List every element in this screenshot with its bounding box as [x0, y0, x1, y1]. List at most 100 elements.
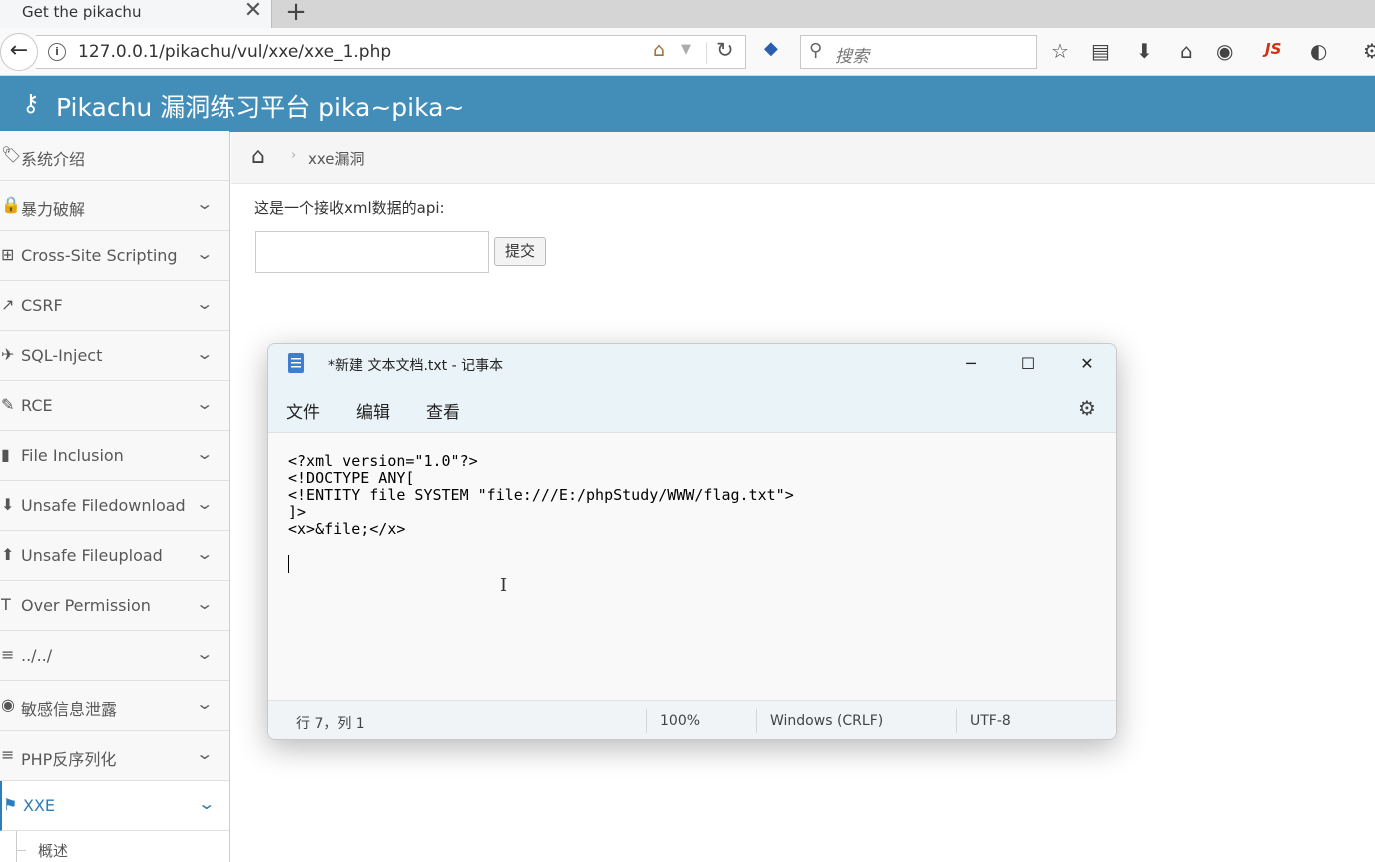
- pencil-icon: ✎: [1, 395, 15, 414]
- key-icon: ⚷: [22, 89, 40, 117]
- encoding: UTF-8: [970, 713, 1011, 729]
- tree-line: [16, 830, 17, 862]
- close-icon[interactable]: ✕: [1072, 350, 1102, 378]
- new-tab-button[interactable]: +: [284, 0, 308, 27]
- api-label: 这是一个接收xml数据的api:: [254, 199, 445, 217]
- chevron-right-icon: ›: [291, 148, 297, 163]
- chevron-down-icon[interactable]: ⌄: [195, 544, 214, 563]
- site-brand[interactable]: Pikachu 漏洞练习平台 pika~pika~: [56, 88, 464, 124]
- sidebar-item-label: XXE: [23, 796, 56, 815]
- dropdown-icon[interactable]: ▼: [681, 42, 691, 57]
- camera-icon: ◉: [1, 695, 15, 714]
- chevron-down-icon[interactable]: ⌄: [195, 194, 214, 213]
- sidebar-item-label: Unsafe Fileupload: [21, 546, 163, 565]
- reload-icon[interactable]: ↻: [716, 38, 734, 62]
- notepad-title: *新建 文本文档.txt - 记事本: [328, 358, 504, 374]
- chevron-down-icon[interactable]: ⌄: [195, 694, 214, 713]
- sidebar-item[interactable]: ⬇ Unsafe Filedownload ⌄: [0, 481, 229, 531]
- sidebar-item[interactable]: 🏷 系统介绍: [0, 131, 229, 181]
- home-page-icon[interactable]: ⌂: [1180, 39, 1193, 63]
- sidebar-item[interactable]: 🔒 暴力破解 ⌄: [0, 181, 229, 231]
- sidebar-item[interactable]: ⚑ XXE ⌄: [0, 781, 229, 831]
- sidebar-item[interactable]: ◉ 敏感信息泄露 ⌄: [0, 681, 229, 731]
- editor-line: <?xml version="1.0"?>: [288, 452, 478, 470]
- gear-icon[interactable]: ⚙: [1078, 396, 1096, 420]
- xml-input[interactable]: [255, 231, 489, 273]
- js-icon[interactable]: JS: [1265, 40, 1281, 58]
- sidebar-item[interactable]: ▮ File Inclusion ⌄: [0, 431, 229, 481]
- sidebar-item-label: SQL-Inject: [21, 346, 103, 365]
- editor-line: <!DOCTYPE ANY[: [288, 469, 415, 487]
- home-icon[interactable]: ⌂: [653, 39, 665, 61]
- chevron-down-icon[interactable]: ⌄: [197, 794, 216, 813]
- url-divider: [706, 42, 707, 64]
- sidebar-item-label: 系统介绍: [21, 150, 86, 169]
- editor-line: <x>&file;</x>: [288, 520, 406, 538]
- chevron-down-icon[interactable]: ⌄: [195, 494, 214, 513]
- maximize-icon[interactable]: ☐: [1013, 350, 1043, 378]
- lock-icon: 🔒: [1, 195, 21, 214]
- sidebar-item[interactable]: ⬆ Unsafe Fileupload ⌄: [0, 531, 229, 581]
- breadcrumb-current[interactable]: xxe漏洞: [308, 148, 365, 169]
- menu-edit[interactable]: 编辑: [356, 398, 390, 423]
- search-bar[interactable]: ⚲ 搜索: [800, 35, 1037, 69]
- submit-button[interactable]: 提交: [494, 237, 546, 266]
- sidebar-item-label: 暴力破解: [21, 200, 86, 219]
- sidebar-item-label: CSRF: [21, 296, 63, 315]
- file-icon: ▮: [1, 445, 10, 464]
- url-text[interactable]: 127.0.0.1/pikachu/vul/xxe/xxe_1.php: [78, 42, 391, 62]
- text-caret: [288, 555, 289, 573]
- chevron-down-icon[interactable]: ⌄: [195, 244, 214, 263]
- extension-icon[interactable]: ◐: [1310, 39, 1327, 63]
- menu-file[interactable]: 文件: [286, 398, 320, 423]
- notepad-menubar: 文件 编辑 查看 ⚙: [268, 386, 1116, 432]
- globe-icon[interactable]: ◉: [1216, 39, 1233, 63]
- status-divider: [956, 709, 957, 733]
- chevron-down-icon[interactable]: ⌄: [195, 594, 214, 613]
- minimize-icon[interactable]: ─: [956, 350, 986, 378]
- browser-tab[interactable]: Get the pikachu ✕: [0, 0, 272, 28]
- library-icon[interactable]: ▤: [1091, 39, 1110, 63]
- sidebar-item[interactable]: ✈ SQL-Inject ⌄: [0, 331, 229, 381]
- site-header: ⚷ Pikachu 漏洞练习平台 pika~pika~: [0, 76, 1375, 132]
- back-button[interactable]: ←: [0, 33, 38, 71]
- bookmark-star-icon[interactable]: ☆: [1051, 39, 1069, 63]
- upload-circle-icon: ⬆: [1, 545, 15, 564]
- pocket-icon[interactable]: ◆: [764, 38, 778, 59]
- sidebar-item-label: Unsafe Filedownload: [21, 496, 186, 515]
- notepad-editor[interactable]: <?xml version="1.0"?> <!DOCTYPE ANY[ <!E…: [268, 432, 1116, 700]
- download-circle-icon: ⬇: [1, 495, 15, 514]
- align-left-icon: ≡: [1, 645, 15, 664]
- sidebar-item-label: RCE: [21, 396, 53, 415]
- editor-line: <!ENTITY file SYSTEM "file:///E:/phpStud…: [288, 486, 794, 504]
- search-icon: ⚲: [809, 40, 823, 61]
- notepad-window: *新建 文本文档.txt - 记事本 ─ ☐ ✕ 文件 编辑 查看 ⚙ <?xm…: [267, 343, 1117, 740]
- sidebar-item-label: Cross-Site Scripting: [21, 246, 178, 265]
- chevron-down-icon[interactable]: ⌄: [195, 444, 214, 463]
- sidebar-item[interactable]: ⊞ Cross-Site Scripting ⌄: [0, 231, 229, 281]
- cursor-position: 行 7，列 1: [296, 716, 365, 732]
- download-icon[interactable]: ⬇: [1136, 39, 1153, 63]
- sidebar-item[interactable]: ✎ RCE ⌄: [0, 381, 229, 431]
- url-bar[interactable]: i 127.0.0.1/pikachu/vul/xxe/xxe_1.php ⌂ …: [36, 35, 746, 69]
- sidebar-subitem-overview[interactable]: 概述: [0, 830, 229, 862]
- sidebar-item[interactable]: ≡ PHP反序列化 ⌄: [0, 731, 229, 781]
- notepad-titlebar[interactable]: *新建 文本文档.txt - 记事本 ─ ☐ ✕: [268, 344, 1116, 386]
- chevron-down-icon[interactable]: ⌄: [195, 294, 214, 313]
- settings-icon[interactable]: ⚙: [1363, 39, 1375, 63]
- chevron-down-icon[interactable]: ⌄: [195, 744, 214, 763]
- sidebar-item[interactable]: ≡ ../../ ⌄: [0, 631, 229, 681]
- menu-view[interactable]: 查看: [426, 398, 460, 423]
- info-icon[interactable]: i: [48, 43, 66, 61]
- share-icon: ↗: [1, 295, 15, 314]
- sidebar-item[interactable]: T Over Permission ⌄: [0, 581, 229, 631]
- close-tab-icon[interactable]: ✕: [242, 0, 264, 24]
- sitemap-icon: ⊞: [1, 245, 15, 264]
- status-divider: [756, 709, 757, 733]
- chevron-down-icon[interactable]: ⌄: [195, 394, 214, 413]
- home-icon[interactable]: ⌂: [251, 144, 265, 169]
- chevron-down-icon[interactable]: ⌄: [195, 644, 214, 663]
- navigation-bar: i 127.0.0.1/pikachu/vul/xxe/xxe_1.php ⌂ …: [0, 28, 1375, 76]
- sidebar-item[interactable]: ↗ CSRF ⌄: [0, 281, 229, 331]
- chevron-down-icon[interactable]: ⌄: [195, 344, 214, 363]
